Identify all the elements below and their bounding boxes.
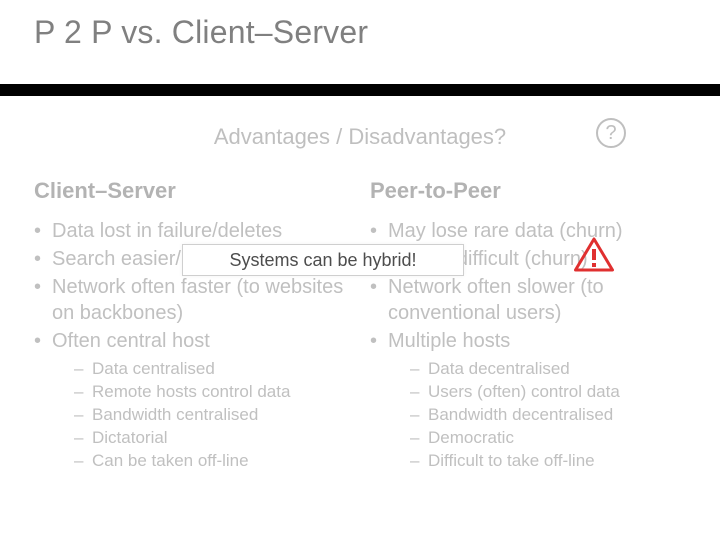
columns: Client–Server Data lost in failure/delet…	[34, 178, 686, 475]
list-item: Often central host Data centralised Remo…	[34, 328, 350, 473]
slide-title: P 2 P vs. Client–Server	[34, 14, 368, 51]
hybrid-callout: Systems can be hybrid!	[182, 244, 464, 276]
list-item: Data lost in failure/deletes	[34, 218, 350, 244]
title-underline-bar	[0, 84, 720, 96]
list-item: Data decentralised	[410, 358, 686, 381]
list-item: Democratic	[410, 427, 686, 450]
list-item: May lose rare data (churn)	[370, 218, 686, 244]
right-heading: Peer-to-Peer	[370, 178, 686, 204]
left-heading: Client–Server	[34, 178, 350, 204]
list-item: Remote hosts control data	[74, 381, 350, 404]
list-item: Data centralised	[74, 358, 350, 381]
right-column: Peer-to-Peer May lose rare data (churn) …	[370, 178, 686, 475]
list-item: Dictatorial	[74, 427, 350, 450]
list-item: Can be taken off-line	[74, 450, 350, 473]
list-item: Difficult to take off-line	[410, 450, 686, 473]
slide: P 2 P vs. Client–Server Advantages / Dis…	[0, 0, 720, 540]
warning-triangle-icon	[574, 237, 614, 273]
list-item-label: Often central host	[52, 330, 210, 352]
list-item-label: Multiple hosts	[388, 330, 510, 352]
list-item: Network often faster (to websites on bac…	[34, 274, 350, 326]
question-mark-icon: ?	[596, 118, 626, 148]
left-sub-bullets: Data centralised Remote hosts control da…	[74, 358, 350, 473]
list-item: Bandwidth centralised	[74, 404, 350, 427]
right-sub-bullets: Data decentralised Users (often) control…	[410, 358, 686, 473]
list-item: Users (often) control data	[410, 381, 686, 404]
list-item: Network often slower (to conventional us…	[370, 274, 686, 326]
left-column: Client–Server Data lost in failure/delet…	[34, 178, 350, 475]
list-item: Multiple hosts Data decentralised Users …	[370, 328, 686, 473]
list-item: Bandwidth decentralised	[410, 404, 686, 427]
